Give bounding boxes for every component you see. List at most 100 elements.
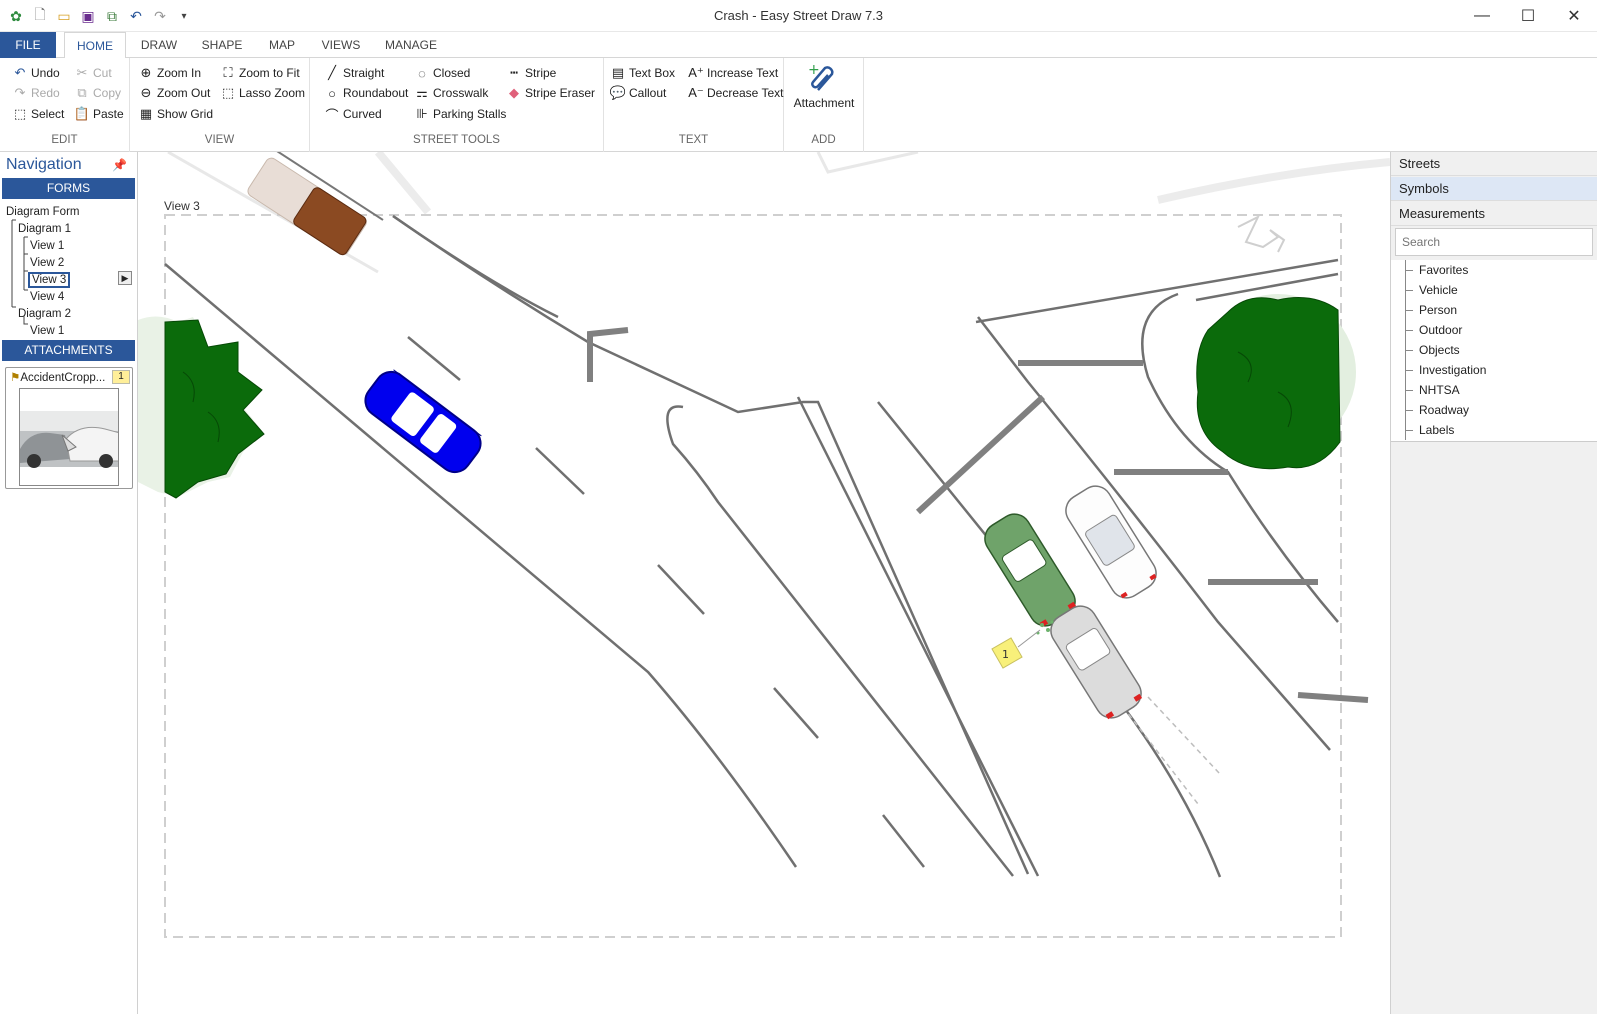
zoom-out-icon: ⊖ [140,85,152,100]
paste-icon: 📋 [73,106,91,121]
attachment-name: ⚑AccidentCropp... [10,372,106,384]
tab-views[interactable]: VIEWS [316,32,366,58]
zoom-fit-icon: ⛶ [223,65,233,80]
symbol-category-list: Favorites Vehicle Person Outdoor Objects… [1391,260,1597,442]
category-favorites[interactable]: Favorites [1391,260,1597,280]
category-nhtsa[interactable]: NHTSA [1391,380,1597,400]
redo-button[interactable]: ↷ Redo [12,83,60,103]
decrease-text-button[interactable]: A⁻ Decrease Text [688,83,783,103]
pin-icon[interactable]: 📌 [112,158,127,172]
text-group: ▤ Text Box 💬 Callout A⁺ Increase Text A⁻ Dec… [604,58,784,152]
curved-line-icon: ⌒ [325,107,339,123]
curved-button[interactable]: ⌒ Curved [324,104,381,124]
category-investigation[interactable]: Investigation [1391,360,1597,380]
tab-map[interactable]: MAP [260,32,304,58]
measurements-tab[interactable]: Measurements [1391,202,1597,226]
paperclip-icon: + [808,62,834,91]
select-button[interactable]: ⬚ Select [12,104,65,124]
straight-button[interactable]: ╱ Straight [324,63,384,83]
window-title: Crash - Easy Street Draw 7.3 [713,8,884,23]
lane-dashes [407,336,925,868]
select-icon: ⬚ [13,106,27,121]
callout-icon: 💬 [609,85,627,100]
view-group: ⊕ Zoom In ⊖ Zoom Out ▦ Show Grid ⛶ Zoom to F… [130,58,310,152]
callout-button[interactable]: 💬 Callout [610,83,666,103]
roundabout-icon: ○ [328,85,336,101]
ribbon: ↶ Undo ↷ Redo ⬚ Select ✂ Cut ⧉ Copy 📋 Paste ED… [0,58,1597,152]
symbol-search-input[interactable] [1395,228,1593,256]
tree-right [1196,294,1356,470]
tree-left [138,316,265,499]
category-vehicle[interactable]: Vehicle [1391,280,1597,300]
crosswalk-icon: ⚎ [416,85,428,100]
pickup-truck [247,152,384,256]
drawing-canvas[interactable]: View 3 1 [138,152,1390,1014]
blue-car [364,369,482,474]
expand-arrow-icon[interactable]: ▶ [118,271,132,285]
stripe-eraser-button[interactable]: ◆ Stripe Eraser [506,83,595,103]
paste-button[interactable]: 📋 Paste [74,104,124,124]
symbols-panel: Streets Symbols Measurements Favorites V… [1390,152,1597,1014]
grid-icon: ▦ [139,106,153,121]
copy-icon: ⧉ [77,85,87,100]
redo-icon: ↷ [14,85,26,100]
navigation-title: Navigation [6,156,82,173]
category-objects[interactable]: Objects [1391,340,1597,360]
zoom-out-button[interactable]: ⊖ Zoom Out [138,83,211,103]
gray-car [1050,605,1143,720]
maximize-button[interactable]: ☐ [1505,0,1551,32]
lasso-zoom-button[interactable]: ⬚ Lasso Zoom [220,83,305,103]
zoom-in-button[interactable]: ⊕ Zoom In [138,63,201,83]
symbols-tab[interactable]: Symbols [1391,177,1597,201]
text-box-button[interactable]: ▤ Text Box [610,63,675,83]
attachment-thumbnail[interactable] [19,388,119,486]
crosswalk-button[interactable]: ⚎ Crosswalk [414,83,488,103]
tab-shape[interactable]: SHAPE [196,32,248,58]
north-arrow-icon[interactable] [1237,214,1286,253]
parking-stalls-button[interactable]: ⊪ Parking Stalls [414,104,506,124]
roundabout-button[interactable]: ○ Roundabout [324,83,408,103]
decrease-text-icon: A⁻ [688,85,704,100]
evidence-marker-label: 1 [1002,648,1009,661]
zoom-to-fit-button[interactable]: ⛶ Zoom to Fit [220,63,299,83]
category-roadway[interactable]: Roadway [1391,400,1597,420]
edit-group: ↶ Undo ↷ Redo ⬚ Select ✂ Cut ⧉ Copy 📋 Paste ED… [0,58,130,152]
attachment-card[interactable]: ⚑AccidentCropp... 1 [5,367,133,489]
title-bar: ✿ 🗋 ▭ ▣ ⧉ ↶ ↷ ▾ Crash - Easy Street Draw… [0,0,1597,32]
close-button[interactable]: ✕ [1551,0,1597,32]
copy-button[interactable]: ⧉ Copy [74,83,121,103]
tab-file[interactable]: FILE [0,32,56,58]
edit-group-label: EDIT [51,134,78,146]
text-group-label: TEXT [678,134,709,146]
add-group: + Attachment ADD [784,58,864,152]
tab-manage[interactable]: MANAGE [378,32,444,58]
attachments-header[interactable]: ATTACHMENTS [2,340,135,361]
increase-text-button[interactable]: A⁺ Increase Text [688,63,778,83]
cut-button[interactable]: ✂ Cut [74,63,112,83]
forms-header[interactable]: FORMS [2,178,135,199]
attachment-button[interactable]: + Attachment [792,62,856,110]
lasso-zoom-icon: ⬚ [221,85,235,100]
category-outdoor[interactable]: Outdoor [1391,320,1597,340]
navigation-panel: Navigation 📌 FORMS Diagram Form Diagram … [0,152,138,1014]
minimize-button[interactable]: — [1459,0,1505,32]
streets-tab[interactable]: Streets [1391,152,1597,176]
show-grid-button[interactable]: ▦ Show Grid [138,104,213,124]
parking-stalls-icon: ⊪ [416,106,428,121]
tree-connectors [11,219,28,325]
eraser-icon: ◆ [509,85,519,100]
tab-draw[interactable]: DRAW [134,32,184,58]
white-car [1065,485,1157,599]
street-tools-group-label: STREET TOOLS [413,134,500,146]
diagram-svg: 1 [138,152,1390,938]
text-box-icon: ▤ [611,65,625,80]
closed-button[interactable]: ◌ Closed [414,63,470,83]
category-labels[interactable]: Labels [1391,420,1597,440]
category-person[interactable]: Person [1391,300,1597,320]
increase-text-icon: A⁺ [688,65,704,80]
stripe-button[interactable]: ┅ Stripe [506,63,556,83]
undo-button[interactable]: ↶ Undo [12,63,60,83]
tab-home[interactable]: HOME [64,32,126,59]
marker-leader-line [1017,629,1041,648]
skid-marks [1122,696,1221,805]
